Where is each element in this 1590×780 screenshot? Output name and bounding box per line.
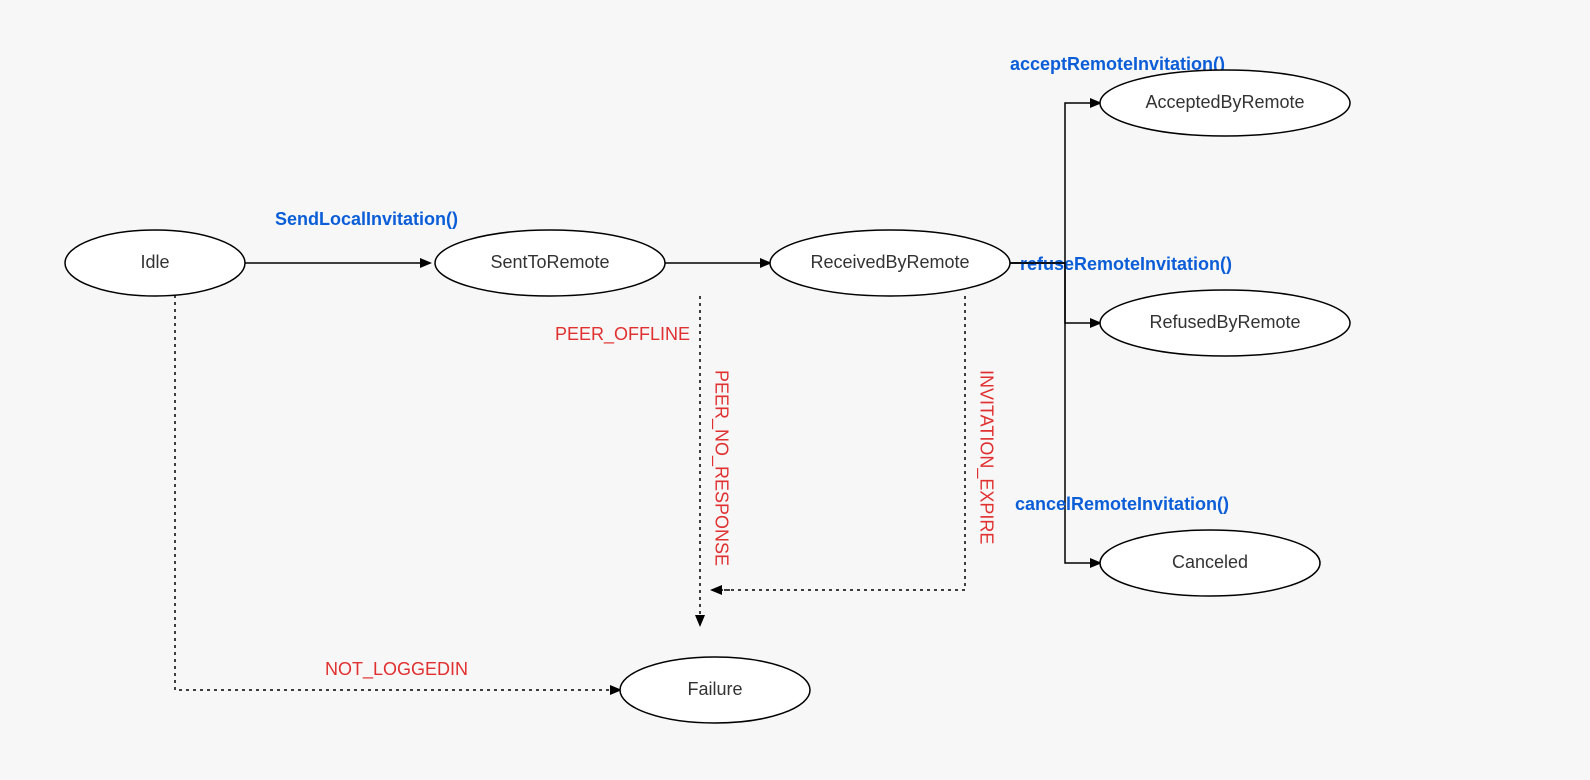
edge-idle-to-failure — [175, 295, 620, 690]
edge-label-peer-offline: PEER_OFFLINE — [555, 324, 690, 345]
state-sent-to-remote: SentToRemote — [435, 230, 665, 296]
state-diagram: SendLocalInvitation() acceptRemoteInvita… — [0, 0, 1590, 780]
state-accepted-by-remote: AcceptedByRemote — [1100, 70, 1350, 136]
edge-label-peer-no-response: PEER_NO_RESPONSE — [710, 370, 731, 566]
edge-label-invitation-expire: INVITATION_EXPIRE — [975, 370, 996, 544]
state-sent-to-remote-label: SentToRemote — [490, 252, 609, 272]
state-refused-by-remote: RefusedByRemote — [1100, 290, 1350, 356]
state-failure: Failure — [620, 657, 810, 723]
state-idle: Idle — [65, 230, 245, 296]
edge-label-refuse-remote-invitation: refuseRemoteInvitation() — [1020, 254, 1232, 274]
edge-received-to-canceled — [1010, 263, 1100, 563]
state-canceled: Canceled — [1100, 530, 1320, 596]
state-received-by-remote: ReceivedByRemote — [770, 230, 1010, 296]
edge-received-to-failure — [712, 296, 965, 590]
edge-label-cancel-remote-invitation: cancelRemoteInvitation() — [1015, 494, 1229, 514]
edge-label-send-local-invitation: SendLocalInvitation() — [275, 209, 458, 229]
edge-received-to-accepted — [1010, 103, 1100, 263]
state-failure-label: Failure — [687, 679, 742, 699]
state-refused-by-remote-label: RefusedByRemote — [1149, 312, 1300, 332]
edge-label-not-loggedin: NOT_LOGGEDIN — [325, 659, 468, 680]
state-canceled-label: Canceled — [1172, 552, 1248, 572]
state-received-by-remote-label: ReceivedByRemote — [810, 252, 969, 272]
state-idle-label: Idle — [140, 252, 169, 272]
state-accepted-by-remote-label: AcceptedByRemote — [1145, 92, 1304, 112]
